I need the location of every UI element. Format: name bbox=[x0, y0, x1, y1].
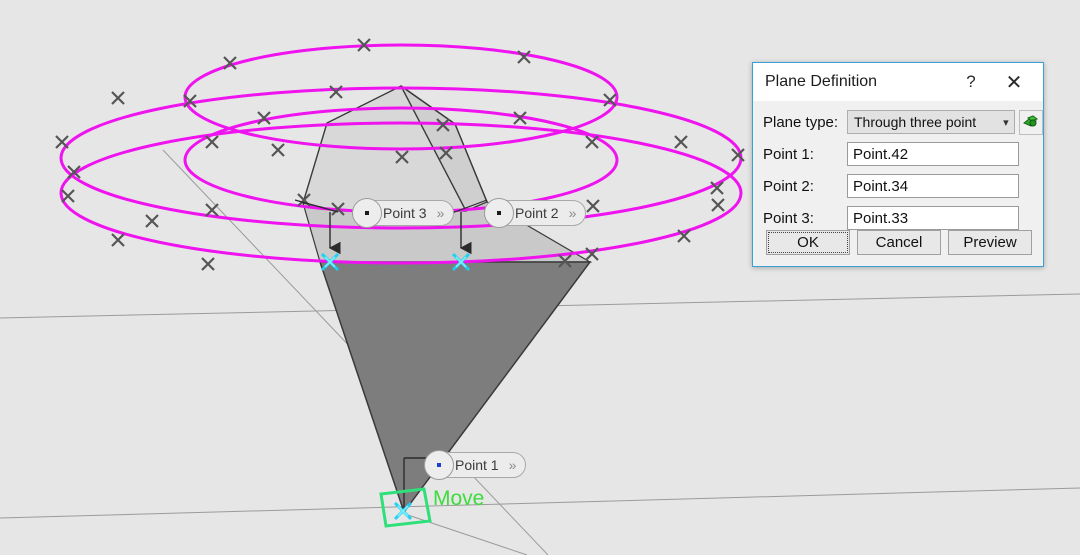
plane-picker-button[interactable] bbox=[1018, 109, 1043, 135]
point-1-dot-icon bbox=[437, 463, 441, 467]
point-3-input[interactable]: Point.33 bbox=[847, 206, 1019, 230]
cancel-button[interactable]: Cancel bbox=[857, 230, 941, 255]
point-1-row: Point 1: Point.42 bbox=[763, 141, 1043, 167]
point-2-label: Point 2: bbox=[763, 177, 814, 195]
point-1-label: Point 1: bbox=[763, 145, 814, 163]
point-1-input[interactable]: Point.42 bbox=[847, 142, 1019, 166]
plane-type-label: Plane type: bbox=[763, 113, 839, 131]
dialog-titlebar[interactable]: Plane Definition ? ✕ bbox=[753, 63, 1043, 101]
point-3-label: Point 3: bbox=[763, 209, 814, 227]
preview-button[interactable]: Preview bbox=[948, 230, 1032, 255]
viewport-label-point-3-text: Point 3 bbox=[383, 205, 427, 221]
chevron-down-icon[interactable]: ▾ bbox=[1003, 116, 1009, 129]
help-icon[interactable]: ? bbox=[954, 63, 988, 101]
plane-definition-dialog[interactable]: Plane Definition ? ✕ Plane type: Through… bbox=[752, 62, 1044, 267]
plane-type-row: Plane type: Through three point ▾ bbox=[763, 109, 1043, 135]
cone-solid[interactable] bbox=[302, 85, 593, 514]
point-3-handle[interactable] bbox=[352, 198, 382, 228]
dialog-title: Plane Definition bbox=[765, 73, 878, 90]
point-2-input[interactable]: Point.34 bbox=[847, 174, 1019, 198]
point-2-value: Point.34 bbox=[853, 177, 909, 195]
point-2-row: Point 2: Point.34 bbox=[763, 173, 1043, 199]
chevron-right-icon[interactable]: » bbox=[509, 458, 517, 472]
move-label: Move bbox=[433, 487, 485, 510]
viewport-label-point-2-text: Point 2 bbox=[515, 205, 559, 221]
close-icon[interactable]: ✕ bbox=[997, 63, 1031, 101]
point-2-dot-icon bbox=[497, 211, 501, 215]
chevron-right-icon[interactable]: » bbox=[569, 206, 577, 220]
plane-type-value: Through three point bbox=[854, 114, 977, 130]
point-3-value: Point.33 bbox=[853, 209, 909, 227]
chevron-right-icon[interactable]: » bbox=[437, 206, 445, 220]
point-1-value: Point.42 bbox=[853, 145, 909, 163]
point-3-dot-icon bbox=[365, 211, 369, 215]
plane-type-select[interactable]: Through three point ▾ bbox=[847, 110, 1015, 134]
point-2-handle[interactable] bbox=[484, 198, 514, 228]
viewport-label-point-1-text: Point 1 bbox=[455, 457, 499, 473]
plane-picker-icon bbox=[1023, 114, 1039, 127]
point-3-row: Point 3: Point.33 bbox=[763, 205, 1043, 231]
ok-button[interactable]: OK bbox=[766, 230, 850, 255]
point-1-handle[interactable] bbox=[424, 450, 454, 480]
dialog-button-row: OK Cancel Preview bbox=[753, 230, 1045, 255]
